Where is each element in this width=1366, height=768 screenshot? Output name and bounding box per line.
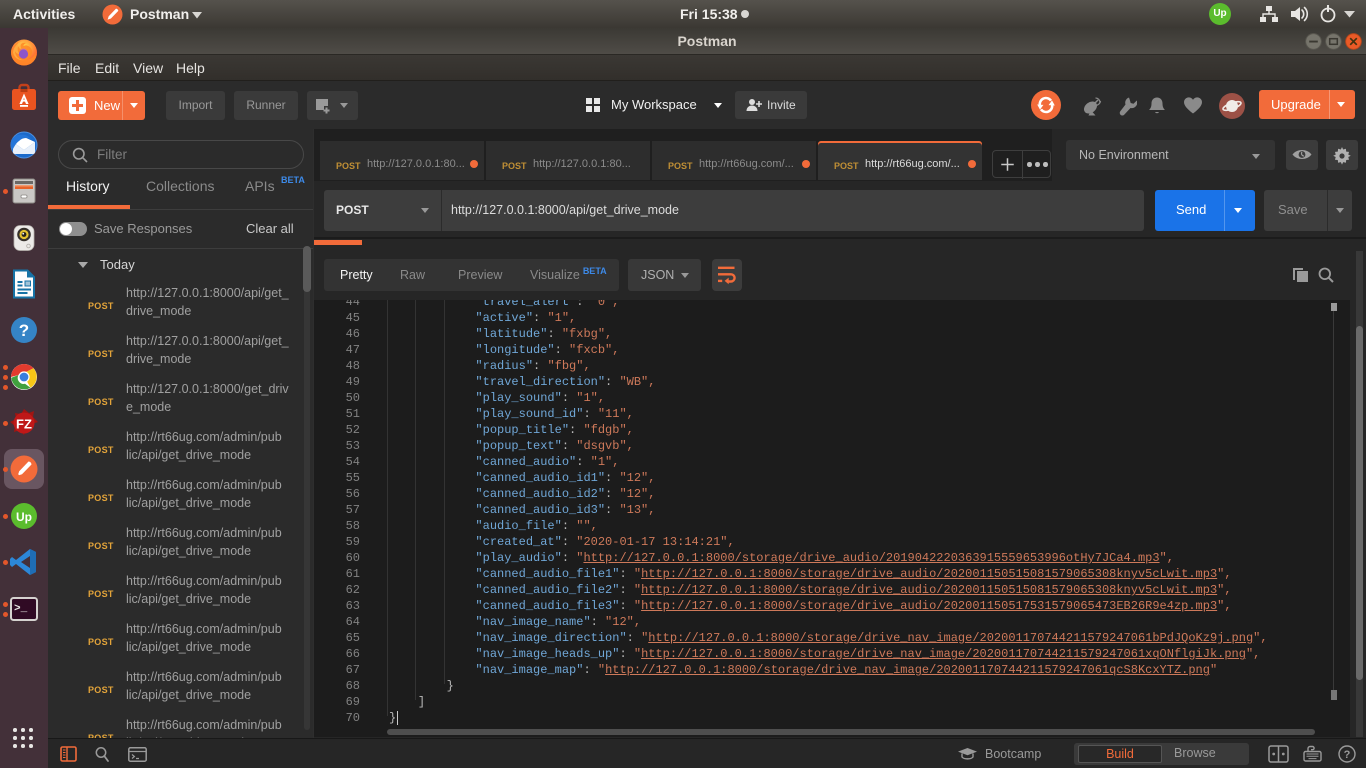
svg-text:?: ? bbox=[19, 321, 29, 340]
svg-text:>_: >_ bbox=[14, 603, 28, 615]
svg-text:Up: Up bbox=[16, 510, 32, 524]
svg-text:?: ? bbox=[1344, 749, 1351, 761]
svg-text:FZ: FZ bbox=[16, 417, 32, 432]
